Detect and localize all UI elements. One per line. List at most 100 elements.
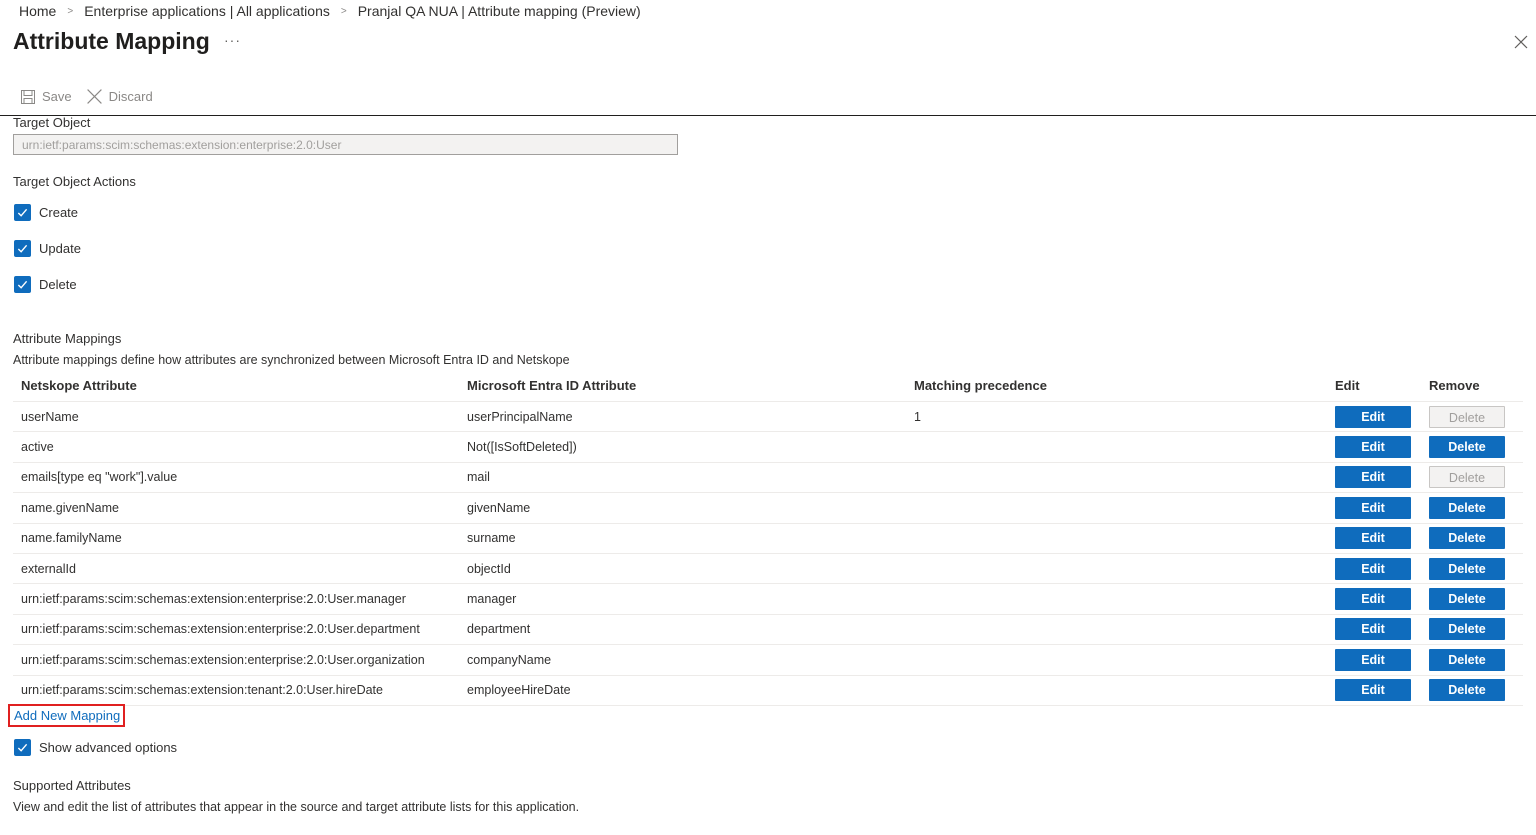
entra-attribute-cell: manager	[467, 592, 517, 607]
table-body: userName userPrincipalName 1 Edit Delete acti…	[13, 402, 1523, 706]
column-header-matching-precedence: Matching precedence	[914, 378, 1047, 393]
checkmark-icon	[17, 244, 28, 253]
netskope-attribute-cell: name.givenName	[21, 500, 119, 515]
netskope-attribute-cell: externalId	[21, 561, 76, 576]
remove-cell: Delete	[1429, 436, 1523, 459]
breadcrumb-current[interactable]: Pranjal QA NUA | Attribute mapping (Prev…	[358, 3, 641, 19]
matching-precedence-cell: 1	[914, 409, 921, 424]
edit-button[interactable]: Edit	[1335, 405, 1411, 428]
breadcrumb-enterprise-apps[interactable]: Enterprise applications | All applicatio…	[84, 3, 330, 19]
column-header-entra-attribute: Microsoft Entra ID Attribute	[467, 378, 637, 393]
edit-cell: Edit	[1335, 405, 1429, 428]
netskope-attribute-cell: urn:ietf:params:scim:schemas:extension:t…	[21, 683, 383, 698]
edit-button[interactable]: Edit	[1335, 648, 1411, 671]
netskope-attribute-cell: urn:ietf:params:scim:schemas:extension:e…	[21, 652, 425, 667]
update-checkbox-row[interactable]: Update	[14, 240, 81, 257]
entra-attribute-cell: surname	[467, 531, 516, 546]
edit-button[interactable]: Edit	[1335, 436, 1411, 459]
edit-cell: Edit	[1335, 588, 1429, 611]
netskope-attribute-cell: name.familyName	[21, 531, 122, 546]
edit-button[interactable]: Edit	[1335, 496, 1411, 519]
delete-button[interactable]: Delete	[1429, 436, 1505, 459]
edit-button[interactable]: Edit	[1335, 527, 1411, 550]
table-row: urn:ietf:params:scim:schemas:extension:e…	[13, 584, 1523, 615]
save-button[interactable]: Save	[20, 89, 72, 105]
edit-button[interactable]: Edit	[1335, 618, 1411, 641]
entra-attribute-cell: mail	[467, 470, 490, 485]
edit-button[interactable]: Edit	[1335, 466, 1411, 489]
edit-cell: Edit	[1335, 466, 1429, 489]
edit-cell: Edit	[1335, 618, 1429, 641]
delete-button: Delete	[1429, 466, 1505, 489]
delete-button[interactable]: Delete	[1429, 496, 1505, 519]
column-header-netskope-attribute: Netskope Attribute	[21, 378, 137, 393]
checkmark-icon	[17, 743, 28, 752]
close-icon[interactable]	[1513, 34, 1529, 50]
edit-button[interactable]: Edit	[1335, 588, 1411, 611]
edit-button[interactable]: Edit	[1335, 679, 1411, 702]
table-row: urn:ietf:params:scim:schemas:extension:t…	[13, 676, 1523, 706]
chevron-right-icon: >	[67, 5, 74, 17]
create-checkbox[interactable]	[14, 204, 31, 221]
supported-attributes-heading: Supported Attributes	[13, 778, 131, 793]
delete-button[interactable]: Delete	[1429, 527, 1505, 550]
show-advanced-options-row[interactable]: Show advanced options	[14, 739, 177, 756]
entra-attribute-cell: userPrincipalName	[467, 409, 573, 424]
table-row: name.familyName surname Edit Delete	[13, 524, 1523, 554]
entra-attribute-cell: objectId	[467, 561, 511, 576]
breadcrumb: Home > Enterprise applications | All app…	[19, 3, 641, 19]
add-new-mapping-link[interactable]: Add New Mapping	[8, 704, 125, 727]
target-object-label: Target Object	[13, 115, 91, 130]
table-header: Netskope Attribute Microsoft Entra ID At…	[13, 370, 1523, 402]
update-checkbox[interactable]	[14, 240, 31, 257]
netskope-attribute-cell: emails[type eq "work"].value	[21, 470, 178, 485]
discard-icon	[86, 89, 102, 104]
attribute-mappings-table: Netskope Attribute Microsoft Entra ID At…	[13, 370, 1523, 706]
discard-button[interactable]: Discard	[86, 88, 153, 105]
delete-button[interactable]: Delete	[1429, 588, 1505, 611]
delete-button[interactable]: Delete	[1429, 618, 1505, 641]
target-object-actions-label: Target Object Actions	[13, 174, 136, 189]
remove-cell: Delete	[1429, 588, 1523, 611]
edit-cell: Edit	[1335, 679, 1429, 702]
edit-cell: Edit	[1335, 496, 1429, 519]
table-row: userName userPrincipalName 1 Edit Delete	[13, 402, 1523, 433]
show-advanced-options-label: Show advanced options	[39, 740, 178, 755]
attribute-mappings-description: Attribute mappings define how attributes…	[13, 353, 570, 367]
remove-cell: Delete	[1429, 618, 1523, 641]
delete-button[interactable]: Delete	[1429, 648, 1505, 671]
table-row: externalId objectId Edit Delete	[13, 554, 1523, 585]
more-options-icon[interactable]: ···	[224, 32, 241, 48]
edit-cell: Edit	[1335, 648, 1429, 671]
delete-checkbox[interactable]	[14, 276, 31, 293]
table-row: name.givenName givenName Edit Delete	[13, 493, 1523, 524]
create-checkbox-label: Create	[39, 205, 79, 220]
entra-attribute-cell: employeeHireDate	[467, 683, 571, 698]
delete-button[interactable]: Delete	[1429, 679, 1505, 702]
remove-cell: Delete	[1429, 679, 1523, 702]
save-icon	[21, 89, 35, 104]
breadcrumb-home[interactable]: Home	[19, 3, 56, 19]
command-bar: Save Discard	[20, 88, 167, 105]
delete-button: Delete	[1429, 405, 1505, 428]
remove-cell: Delete	[1429, 557, 1523, 580]
target-object-field[interactable]: urn:ietf:params:scim:schemas:extension:e…	[13, 134, 678, 155]
attribute-mappings-heading: Attribute Mappings	[13, 331, 122, 346]
remove-cell: Delete	[1429, 527, 1523, 550]
delete-checkbox-label: Delete	[39, 277, 77, 292]
supported-attributes-description: View and edit the list of attributes tha…	[13, 800, 580, 814]
create-checkbox-row[interactable]: Create	[14, 204, 78, 221]
toolbar-divider	[0, 115, 1536, 116]
delete-checkbox-row[interactable]: Delete	[14, 276, 77, 293]
entra-attribute-cell: companyName	[467, 652, 552, 667]
netskope-attribute-cell: userName	[21, 409, 79, 424]
chevron-right-icon: >	[340, 5, 347, 17]
edit-cell: Edit	[1335, 527, 1429, 550]
entra-attribute-cell: givenName	[467, 500, 531, 515]
show-advanced-options-checkbox[interactable]	[14, 739, 31, 756]
edit-button[interactable]: Edit	[1335, 557, 1411, 580]
column-header-remove: Remove	[1429, 378, 1480, 393]
delete-button[interactable]: Delete	[1429, 557, 1505, 580]
table-row: urn:ietf:params:scim:schemas:extension:e…	[13, 615, 1523, 646]
table-row: active Not([IsSoftDeleted]) Edit Delete	[13, 432, 1523, 463]
